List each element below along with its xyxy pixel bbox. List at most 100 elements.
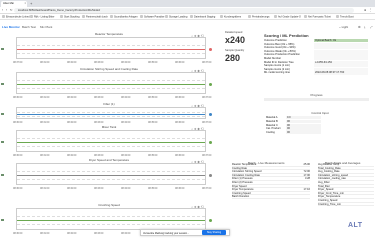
bookmark-item[interactable]: Trends Boot <box>336 15 354 19</box>
x-tick-label: 08:33:00 <box>94 232 104 235</box>
scoring-value: 2022-08-08 08:37:17.760 <box>314 71 368 75</box>
bookmark-item[interactable]: Software Paradise <box>140 15 164 19</box>
profile-icon[interactable]: ● <box>364 8 366 12</box>
control-input[interactable]: 00 <box>286 119 321 124</box>
chart-title: Reactor Temperature <box>94 32 124 36</box>
bookmark-label: Trends Boot <box>340 15 354 19</box>
reset-icon[interactable]: ⟲ <box>201 127 205 131</box>
reset-icon[interactable]: ⟲ <box>201 69 205 73</box>
series-line <box>17 175 205 176</box>
bookmark-item[interactable]: Datenbank Staging <box>190 15 215 19</box>
table-cell-name: Dryer_Speed <box>318 188 334 192</box>
table-cell-name: Batch Duration <box>232 195 250 199</box>
bookmark-item[interactable]: Storage Loading <box>165 15 187 19</box>
tab-batch-test[interactable]: Batch Test <box>22 25 36 29</box>
legend-marker <box>209 140 212 144</box>
bookmark-item[interactable]: Soundbanks Anlagen <box>110 15 138 19</box>
chart-plot-area[interactable]: ⌕✥◉⟲ 08:30:00 08:31:00 08:32:00 08:33:00 08:3… <box>13 205 212 235</box>
scoring-key: Outcome Prediction <box>264 39 287 42</box>
download-icon[interactable]: ⤓ <box>364 25 365 29</box>
bookmark-item[interactable]: Rdk - Listing Bitter <box>30 15 54 19</box>
x-tick-label: 08:32:00 <box>67 61 77 64</box>
reset-icon[interactable]: ⟲ <box>201 205 205 209</box>
x-tick-label: 08:32:00 <box>67 154 77 157</box>
theme-toggle[interactable]: ~ Light <box>339 25 348 29</box>
back-icon[interactable]: ‹ <box>2 8 3 12</box>
reload-icon[interactable]: ↻ <box>10 8 13 12</box>
chart-title: Mixer Tank <box>101 125 117 129</box>
bookmark-favicon-icon <box>190 15 193 18</box>
bookmark-label: Partnerschaft durch <box>86 15 108 19</box>
bookmark-item[interactable]: Net Forecasts Ticket <box>304 15 331 19</box>
x-tick-label: 08:34:00 <box>121 121 131 124</box>
settings-icon[interactable]: ⚙ <box>358 25 361 29</box>
gridline <box>17 87 205 89</box>
control-input[interactable]: 00 <box>286 123 321 127</box>
bookmark-favicon-icon <box>2 15 5 18</box>
bookmark-item[interactable]: Kundengräbers <box>220 15 241 19</box>
control-input[interactable]: 00 <box>286 127 321 131</box>
scoring-key: Outcome Good (Ok + 90%) <box>264 46 296 50</box>
bookmark-label: Storage Loading <box>169 15 188 19</box>
reset-icon[interactable]: ⟲ <box>201 160 205 164</box>
bookmark-item[interactable]: Ertraumdecke Linked <box>2 15 30 19</box>
series-line <box>17 114 205 115</box>
x-tick-label: 08:37:00 <box>202 96 212 99</box>
chart-plot-area[interactable]: ⌕✥◉⟲ 08:30:00 08:31:00 08:32:00 08:33:00 08:3… <box>13 104 212 124</box>
close-tab-icon[interactable]: × <box>24 2 26 5</box>
chart-plot-area[interactable]: ⌕✥◉⟲ 08:37:00 08:31:00 08:32:00 08:33:00 08:3… <box>13 34 212 64</box>
x-tick-label: 08:35:00 <box>148 154 158 157</box>
x-tick-label: 08:35:00 <box>148 187 158 190</box>
brand-logo: ALT <box>348 222 363 229</box>
control-key: Material A <box>266 116 278 119</box>
menu-icon[interactable]: ⋮ <box>369 8 373 12</box>
x-tick-label: 08:34:00 <box>121 187 131 190</box>
x-tick-label: 08:30:00 <box>13 96 23 99</box>
new-tab-icon[interactable]: + <box>30 1 32 6</box>
x-tick-label: 08:31:00 <box>40 154 50 157</box>
chart-plot-area[interactable]: ⌕✥◉⟲ 08:30:00 08:31:00 08:32:00 08:33:00 08:3… <box>13 160 212 190</box>
chart-toolbar: ⌕✥◉⟲ <box>191 127 205 131</box>
url-field[interactable]: localhost:8050/dashboard/Plants_Demo_Fac… <box>14 8 354 13</box>
series-line <box>17 84 205 85</box>
bookmark-item[interactable]: Preisänderungs <box>248 15 270 19</box>
app-tab-strip: Live Monitor Batch Test Mix Plant ~ Ligh… <box>0 24 375 30</box>
scoring-row: ML model scoring time 2022-08-08 08:37:17… <box>264 71 369 75</box>
control-input[interactable]: 00 <box>286 131 321 135</box>
sample-quantity-value: 280 <box>225 53 241 63</box>
legend-marker <box>209 173 212 177</box>
reset-icon[interactable]: ⟲ <box>201 104 205 108</box>
expand-icon[interactable]: ⤢ <box>370 25 372 29</box>
chart-plot-area[interactable]: ⌕✥◉⟲ 08:30:00 08:31:00 08:32:00 08:33:00 08:3… <box>13 69 212 99</box>
bookmark-label: Kundengräbers <box>224 15 242 19</box>
bookmark-item[interactable]: Auf Grade Update-Ü <box>274 15 301 19</box>
chart-plot-area[interactable]: ⌕✥◉⟲ 08:30:00 08:31:00 08:32:00 08:33:00 08:3… <box>13 127 212 157</box>
x-tick-label: 08:35:00 <box>148 96 158 99</box>
chart-title: Dryer Speed and Temperature <box>88 158 130 162</box>
table-cell-name: Crushing_Speed <box>318 198 338 202</box>
bookmark-label: Start Stacking <box>64 15 80 19</box>
tab-live-monitor[interactable]: Live Monitor <box>2 25 20 29</box>
bookmark-favicon-icon <box>304 15 307 18</box>
forward-icon[interactable]: › <box>6 8 7 12</box>
scoring-title: Scoring / ML Prediction <box>264 33 309 38</box>
bookmark-item[interactable]: Start Stacking <box>60 15 80 19</box>
stay-sharing-button[interactable]: Stay Sharing <box>202 230 226 235</box>
reset-icon[interactable]: ⟲ <box>201 34 205 38</box>
bookmark-label: Datenbank Staging <box>194 15 216 19</box>
notice-text: Versteckte Meldung tracking your session… <box>143 232 190 235</box>
x-tick-label: 08:34:00 <box>121 61 131 64</box>
bookmark-item[interactable]: Partnerschaft durch <box>82 15 108 19</box>
scoring-key: Outcome Production Prediction <box>264 53 300 57</box>
side-indicator <box>1 113 4 115</box>
chart-title: Crushing Speed <box>98 203 120 207</box>
control-input[interactable]: 0.0 <box>286 116 321 120</box>
table-cell-name: Crushing_Time_min <box>318 202 342 206</box>
x-tick-label: 08:32:00 <box>67 232 77 235</box>
bookmark-favicon-icon <box>248 15 251 18</box>
scoring-key: Model Number <box>264 56 282 60</box>
bookmark-label: Auf Grade Update-Ü <box>278 15 301 19</box>
x-tick-label: 08:34:00 <box>121 96 131 99</box>
tab-mix-plant[interactable]: Mix Plant <box>40 25 52 29</box>
address-bar-row: ‹ › ↻ localhost:8050/dashboard/Plants_De… <box>0 7 375 14</box>
